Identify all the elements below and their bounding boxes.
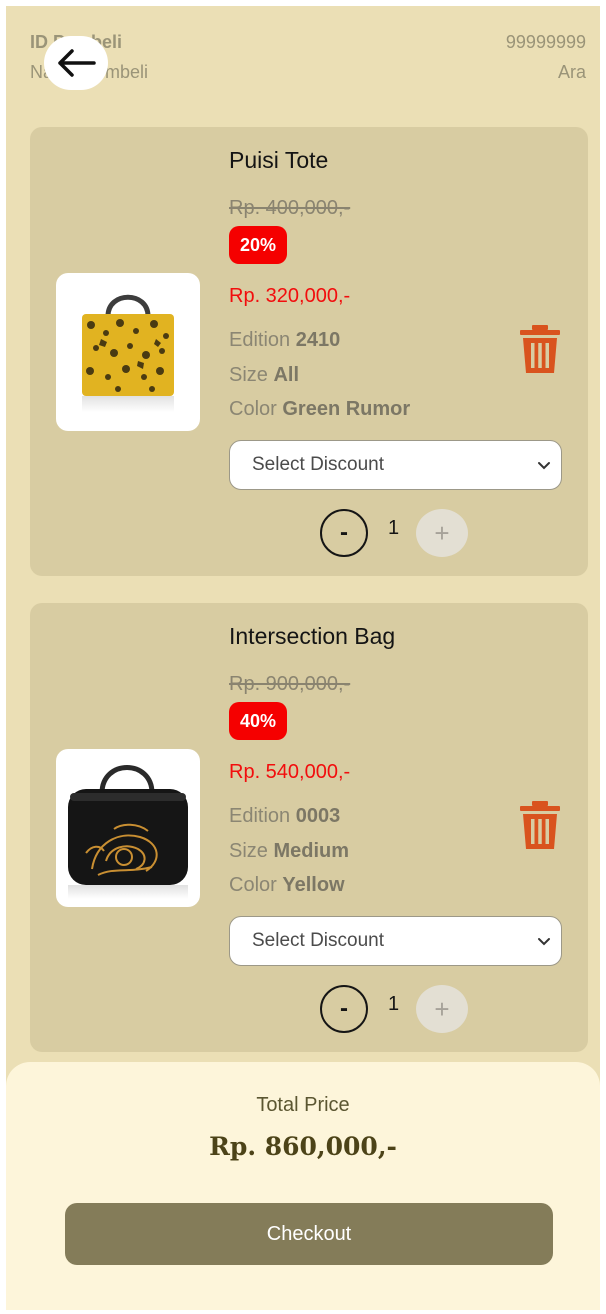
edition-label: Edition: [229, 329, 291, 351]
delete-item-button[interactable]: [518, 801, 562, 851]
delete-item-button[interactable]: [518, 325, 562, 375]
product-size: Size Medium: [229, 840, 349, 863]
final-price: Rp. 320,000,-: [229, 285, 351, 307]
back-button[interactable]: [44, 36, 108, 90]
color-value: Yellow: [282, 874, 345, 896]
original-price: Rp. 900,000,-: [229, 673, 351, 695]
trash-icon: [520, 801, 560, 849]
product-edition: Edition 0003: [229, 805, 340, 828]
product-image-bag: [56, 749, 200, 907]
quantity-decrease-button[interactable]: -: [320, 509, 368, 557]
total-price-label: Total Price: [256, 1094, 350, 1116]
color-value: Green Rumor: [282, 398, 411, 420]
buyer-name-value: Ara: [557, 62, 586, 82]
size-label: Size: [229, 840, 268, 862]
discount-select-label: Select Discount: [252, 454, 385, 475]
size-value: Medium: [273, 840, 350, 862]
edition-label: Edition: [229, 805, 291, 827]
product-edition: Edition 2410: [229, 329, 340, 352]
discount-select[interactable]: Select Discount: [229, 916, 562, 966]
total-price-value: Rp. 860,000,-: [209, 1132, 397, 1161]
quantity-value: 1: [388, 517, 400, 539]
edition-value: 0003: [295, 805, 341, 827]
order-summary-panel: Total Price Rp. 860,000,- Checkout: [6, 1062, 600, 1310]
discount-select[interactable]: Select Discount: [229, 440, 562, 490]
checkout-button[interactable]: Checkout: [65, 1203, 553, 1265]
color-label: Color: [229, 398, 277, 420]
edition-value: 2410: [295, 329, 341, 351]
buyer-id-value: 99999999: [505, 32, 586, 52]
buyer-header: ID Pembeli Nama Pembeli 99999999 Ara: [6, 6, 600, 96]
original-price: Rp. 400,000,-: [229, 197, 351, 219]
discount-select-label: Select Discount: [252, 930, 385, 951]
trash-icon: [520, 325, 560, 373]
product-name: Puisi Tote: [229, 147, 329, 173]
cart-screen: ID Pembeli Nama Pembeli 99999999 Ara: [6, 6, 600, 1310]
product-size: Size All: [229, 364, 299, 387]
size-label: Size: [229, 364, 268, 386]
quantity-increase-button[interactable]: +: [416, 985, 468, 1033]
cart-item-card: Puisi Tote Rp. 400,000,- 20% Rp. 320,000…: [30, 127, 588, 576]
discount-badge: 20%: [229, 226, 288, 264]
quantity-increase-button[interactable]: +: [416, 509, 468, 557]
quantity-value: 1: [388, 993, 400, 1015]
chevron-down-icon: [538, 462, 550, 470]
quantity-decrease-button[interactable]: -: [320, 985, 368, 1033]
arrow-left-icon: [58, 49, 96, 77]
cart-item-card: Intersection Bag Rp. 900,000,- 40% Rp. 5…: [30, 603, 588, 1052]
product-name: Intersection Bag: [229, 623, 396, 649]
size-value: All: [273, 364, 300, 386]
final-price: Rp. 540,000,-: [229, 761, 351, 783]
color-label: Color: [229, 874, 277, 896]
discount-badge: 40%: [229, 702, 288, 740]
product-color: Color Green Rumor: [229, 398, 410, 421]
chevron-down-icon: [538, 938, 550, 946]
product-color: Color Yellow: [229, 874, 345, 897]
product-image-tote: [56, 273, 200, 431]
